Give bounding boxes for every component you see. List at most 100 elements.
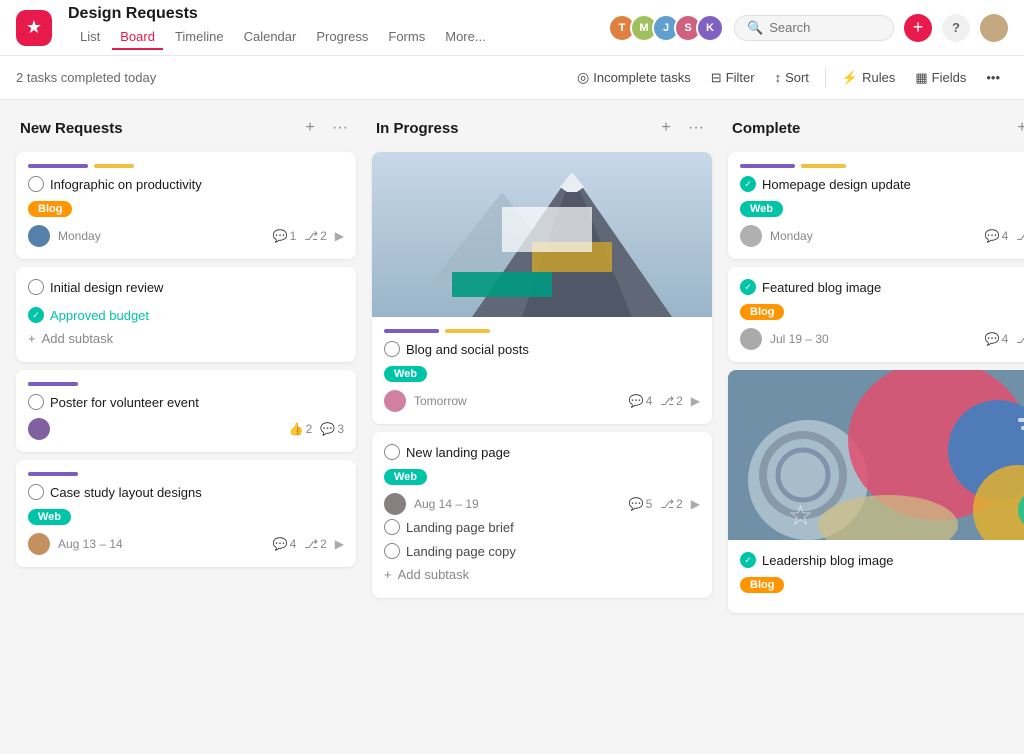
assignee-avatar-case-study[interactable] <box>28 533 50 555</box>
assignee-avatar-blog-social[interactable] <box>384 390 406 412</box>
filter-button[interactable]: ⊟ Filter <box>703 66 763 90</box>
accent-bar-purple-7 <box>740 164 795 168</box>
accent-bar-yellow-5 <box>445 329 490 333</box>
card-date-featured-blog: Jul 19 – 30 <box>770 332 977 346</box>
tag-blog-infographic[interactable]: Blog <box>28 201 72 217</box>
app-title: Design Requests <box>68 5 494 23</box>
assignee-avatar-landing-page[interactable] <box>384 493 406 515</box>
assignee-avatar-featured-blog[interactable] <box>740 328 762 350</box>
comment-count-infographic: 💬 1 <box>273 229 297 243</box>
column-header-new-requests: New Requests + ··· <box>16 116 356 140</box>
card-title-infographic: Infographic on productivity <box>28 176 344 192</box>
nav-forms[interactable]: Forms <box>380 25 433 50</box>
help-button[interactable]: ? <box>942 14 970 42</box>
card-title-poster: Poster for volunteer event <box>28 394 344 410</box>
subtask-landing-copy: Landing page copy <box>384 539 700 563</box>
nav-board[interactable]: Board <box>112 25 163 50</box>
tag-web-homepage[interactable]: Web <box>740 201 783 217</box>
task-check-initial-design[interactable] <box>28 279 44 295</box>
toolbar-right: ◎ Incomplete tasks ⊟ Filter ↕ Sort ⚡ Rul… <box>569 65 1008 90</box>
avatar-5[interactable]: K <box>696 14 724 42</box>
accent-bar-row-4 <box>28 472 344 476</box>
column-title-new-requests: New Requests <box>20 120 290 137</box>
card-footer-featured-blog: Jul 19 – 30 💬 4 ⎇ 2 ▶ <box>740 328 1024 350</box>
add-button[interactable]: + <box>904 14 932 42</box>
task-check-poster[interactable] <box>28 394 44 410</box>
card-title-initial-design: Initial design review <box>28 279 344 295</box>
header: ★ Design Requests List Board Timeline Ca… <box>0 0 1024 56</box>
card-infographic: Infographic on productivity Blog Monday … <box>16 152 356 259</box>
assignee-avatar-homepage[interactable] <box>740 225 762 247</box>
expand-arrow-infographic[interactable]: ▶ <box>335 229 344 243</box>
add-subtask-icon-landing: + <box>384 567 392 582</box>
expand-arrow-landing-page[interactable]: ▶ <box>691 497 700 511</box>
user-avatar[interactable] <box>980 14 1008 42</box>
task-check-case-study[interactable] <box>28 484 44 500</box>
card-meta-landing-page: 💬 5 ⎇ 2 ▶ <box>629 497 700 511</box>
task-check-featured-blog[interactable] <box>740 279 756 295</box>
ellipsis-icon: ••• <box>986 70 1000 85</box>
assignee-avatar-infographic[interactable] <box>28 225 50 247</box>
branch-count-infographic: ⎇ 2 <box>304 229 327 243</box>
column-title-in-progress: In Progress <box>376 120 646 137</box>
accent-bar-purple-3 <box>28 382 78 386</box>
task-check-infographic[interactable] <box>28 176 44 192</box>
header-right: T M J S K 🔍 + ? <box>608 14 1008 42</box>
card-meta-homepage: 💬 4 ⎇ 2 ▶ <box>985 229 1024 243</box>
search-input[interactable] <box>769 20 881 35</box>
task-check-leadership[interactable] <box>740 552 756 568</box>
subtask-check-approved-budget[interactable] <box>28 307 44 323</box>
accent-bar-purple <box>28 164 88 168</box>
tag-blog-featured[interactable]: Blog <box>740 304 784 320</box>
sort-icon: ↕ <box>775 70 782 85</box>
subtask-check-landing-copy[interactable] <box>384 543 400 559</box>
likes-count-poster: 👍 2 <box>289 422 313 436</box>
rules-button[interactable]: ⚡ Rules <box>834 66 903 90</box>
tag-web-landing-page[interactable]: Web <box>384 469 427 485</box>
nav-progress[interactable]: Progress <box>308 25 376 50</box>
add-subtask-landing-page[interactable]: + Add subtask <box>384 563 700 586</box>
add-card-button-in-progress[interactable]: + <box>654 116 678 140</box>
add-subtask-initial-design[interactable]: + Add subtask <box>28 327 344 350</box>
card-blog-social: Blog and social posts Web Tomorrow 💬 4 ⎇ <box>372 152 712 424</box>
column-menu-in-progress[interactable]: ··· <box>684 116 708 140</box>
assignee-avatar-poster[interactable] <box>28 418 50 440</box>
expand-arrow-case-study[interactable]: ▶ <box>335 537 344 551</box>
column-new-requests: New Requests + ··· Infographic on produc… <box>16 116 356 738</box>
tasks-completed-label: 2 tasks completed today <box>16 70 156 85</box>
card-poster-volunteer: Poster for volunteer event 👍 2 💬 3 <box>16 370 356 452</box>
sort-button[interactable]: ↕ Sort <box>767 66 817 89</box>
column-actions-in-progress: + ··· <box>654 116 708 140</box>
task-check-homepage[interactable] <box>740 176 756 192</box>
nav-list[interactable]: List <box>72 25 108 50</box>
fields-button[interactable]: ▦ Fields <box>907 66 974 90</box>
comment-count-blog-social: 💬 4 <box>629 394 653 408</box>
incomplete-tasks-filter[interactable]: ◎ Incomplete tasks <box>569 65 699 90</box>
task-check-blog-social[interactable] <box>384 341 400 357</box>
card-body-leadership: Leadership blog image Blog <box>728 540 1024 613</box>
column-title-complete: Complete <box>732 120 1002 137</box>
nav-more[interactable]: More... <box>437 25 493 50</box>
board: New Requests + ··· Infographic on produc… <box>0 100 1024 754</box>
card-meta-poster: 👍 2 💬 3 <box>289 422 344 436</box>
task-check-landing-page[interactable] <box>384 444 400 460</box>
card-title-leadership: Leadership blog image <box>740 552 1024 568</box>
column-in-progress: In Progress + ··· <box>372 116 712 738</box>
tag-web-case-study[interactable]: Web <box>28 509 71 525</box>
subtask-check-landing-brief[interactable] <box>384 519 400 535</box>
branch-icon: ⎇ <box>304 229 318 243</box>
column-menu-new-requests[interactable]: ··· <box>328 116 352 140</box>
column-header-in-progress: In Progress + ··· <box>372 116 712 140</box>
expand-arrow-blog-social[interactable]: ▶ <box>691 394 700 408</box>
nav-calendar[interactable]: Calendar <box>236 25 305 50</box>
more-options-button[interactable]: ••• <box>978 66 1008 89</box>
add-card-button-new-requests[interactable]: + <box>298 116 322 140</box>
tag-web-blog-social[interactable]: Web <box>384 366 427 382</box>
main-nav: List Board Timeline Calendar Progress Fo… <box>72 25 494 50</box>
accent-bar-row-5 <box>384 329 700 333</box>
nav-timeline[interactable]: Timeline <box>167 25 232 50</box>
tag-blog-leadership[interactable]: Blog <box>740 577 784 593</box>
comment-icon-homepage: 💬 <box>985 229 1000 243</box>
add-card-button-complete[interactable]: + <box>1010 116 1024 140</box>
card-title-case-study: Case study layout designs <box>28 484 344 500</box>
